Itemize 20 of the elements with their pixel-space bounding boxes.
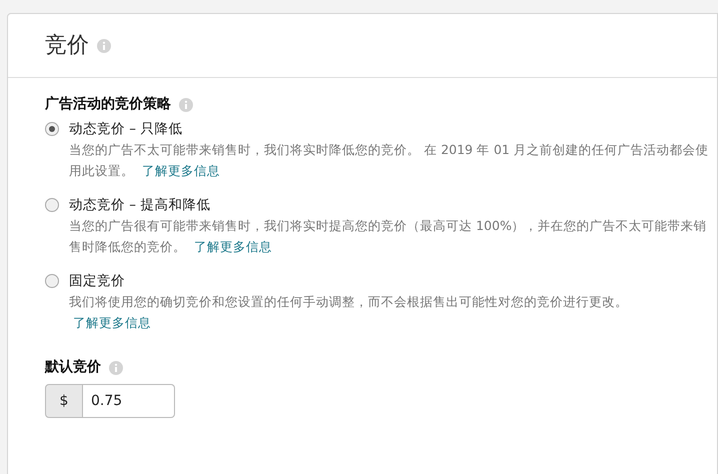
info-icon[interactable] <box>97 38 111 52</box>
field-label: 默认竞价 <box>45 358 101 377</box>
radio-button[interactable] <box>45 198 59 212</box>
bid-input[interactable]: 0.75 <box>83 384 175 418</box>
option-description: 当您的广告不太可能带来销售时，我们将实时降低您的竞价。 在 2019 年 01 月之前创建的任何广告活动都会使用此设置。 了解更多信息 <box>69 141 709 180</box>
radio-label[interactable]: 动态竞价 – 只降低 <box>69 119 709 139</box>
info-icon[interactable] <box>109 360 123 374</box>
learn-more-link[interactable]: 了解更多信息 <box>73 315 151 330</box>
radio-label[interactable]: 动态竞价 – 提高和降低 <box>69 195 709 215</box>
learn-more-link[interactable]: 了解更多信息 <box>142 163 220 178</box>
currency-prefix: $ <box>45 384 83 418</box>
info-icon[interactable] <box>179 98 193 112</box>
radio-button[interactable] <box>45 274 59 288</box>
radio-label[interactable]: 固定竞价 <box>69 271 709 291</box>
radio-button[interactable] <box>45 122 59 136</box>
field-label: 广告活动的竞价策略 <box>45 94 171 114</box>
option-description: 当您的广告很有可能带来销售时，我们将实时提高您的竞价（最高可达 100%），并在您的广告不太可能带来销售时降低您的竞价。 了解更多信息 <box>69 217 708 256</box>
option-description: 我们将使用您的确切竞价和您设置的任何手动调整，而不会根据售出可能性对您的竞价进行更改。 了解更多信息 <box>69 293 629 332</box>
section-title: 竞价 <box>45 32 89 60</box>
learn-more-link[interactable]: 了解更多信息 <box>194 239 272 254</box>
